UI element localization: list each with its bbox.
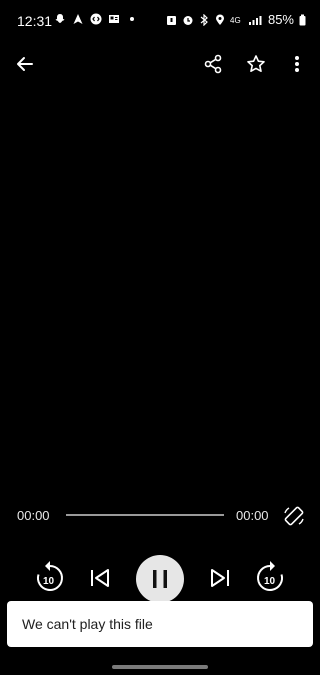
rewind-seconds: 10 (43, 576, 55, 587)
share-icon (204, 54, 222, 74)
screen-rotation-icon (284, 506, 304, 526)
current-time: 00:00 (17, 508, 50, 523)
alarm-clock-icon (182, 13, 194, 27)
dot-icon (126, 12, 138, 26)
bluetooth-icon (198, 13, 210, 27)
replay-10-icon: 10 (37, 561, 63, 591)
location-icon (214, 13, 226, 27)
forward-10-icon: 10 (257, 561, 283, 591)
battery-percentage: 85% (267, 12, 294, 27)
next-button[interactable] (206, 564, 234, 592)
alarm-icon (166, 13, 178, 27)
video-player-screen: 12:31 4G 85% 00:00 00:00 10 10 We can't … (0, 0, 320, 675)
signal-icon (248, 13, 262, 27)
lte-label: 4G (230, 16, 241, 25)
arrow-back-icon (17, 57, 33, 71)
status-right-icons: 4G 85% (166, 12, 306, 27)
skip-next-icon (211, 569, 229, 587)
status-time: 12:31 (17, 13, 53, 29)
navigation-icon (72, 12, 84, 26)
back-button[interactable] (11, 50, 39, 78)
seek-bar[interactable] (66, 514, 224, 516)
share-button[interactable] (199, 50, 227, 78)
snapchat-icon (54, 12, 66, 26)
forward-10-button[interactable]: 10 (254, 560, 286, 594)
more-vert-icon (295, 56, 299, 72)
status-bar: 12:31 4G 85% (0, 0, 320, 40)
news-icon (108, 12, 120, 26)
rewind-10-button[interactable]: 10 (34, 560, 66, 594)
pause-button[interactable] (136, 555, 184, 603)
previous-button[interactable] (86, 564, 114, 592)
pause-icon (153, 570, 167, 588)
top-toolbar (0, 46, 320, 82)
more-options-button[interactable] (283, 50, 311, 78)
battery-icon (298, 13, 306, 27)
lte-icon: 4G (230, 13, 244, 27)
star-outline-icon (247, 55, 265, 72)
shazam-icon (90, 12, 102, 26)
skip-previous-icon (91, 569, 109, 587)
duration-time: 00:00 (236, 508, 269, 523)
forward-seconds: 10 (264, 576, 276, 587)
gesture-navigation-bar[interactable] (112, 665, 208, 669)
status-left-icons (54, 12, 138, 26)
snackbar-message: We can't play this file (22, 616, 153, 632)
favorite-button[interactable] (242, 50, 270, 78)
error-snackbar: We can't play this file (7, 601, 313, 647)
rotate-screen-button[interactable] (282, 504, 306, 528)
